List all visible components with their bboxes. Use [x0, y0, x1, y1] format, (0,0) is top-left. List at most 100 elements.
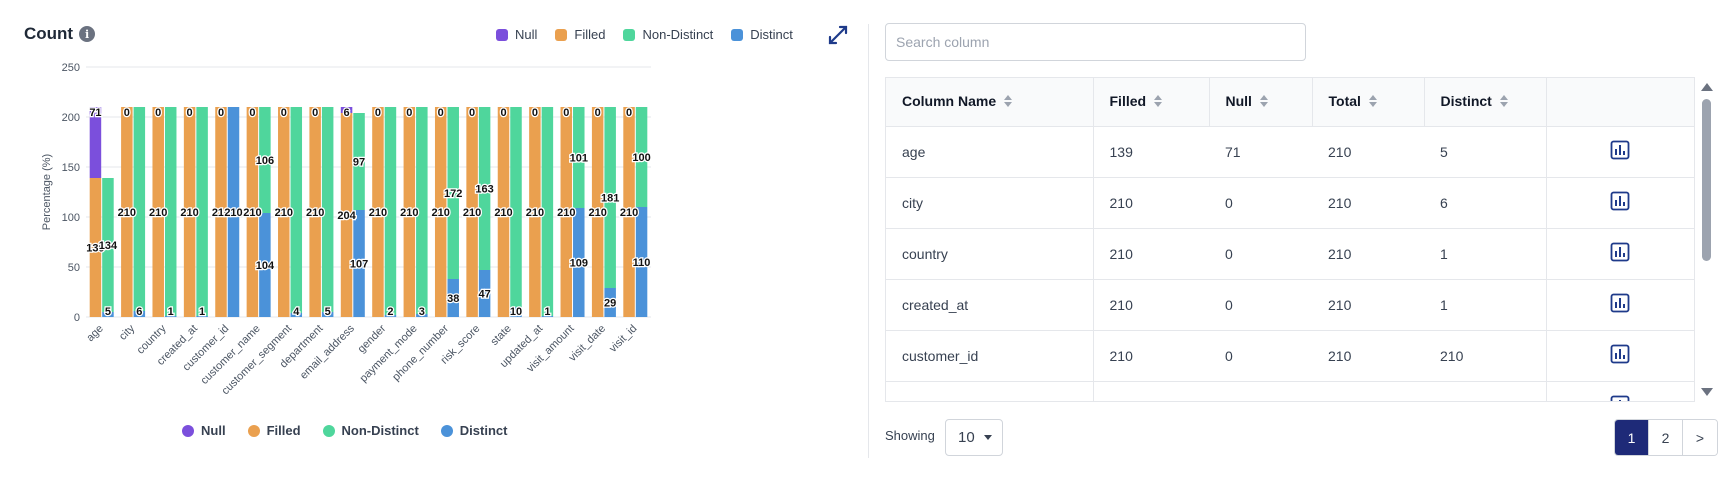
legend-top-item-distinct[interactable]: Distinct: [731, 27, 793, 42]
sort-icon[interactable]: [1499, 94, 1508, 110]
data-label: 10: [510, 306, 522, 318]
data-label: 210: [432, 207, 450, 219]
cell-distinct: 210: [1424, 330, 1547, 382]
next-page-button[interactable]: >: [1683, 420, 1717, 455]
data-label: 101: [570, 153, 588, 165]
table-body: age 139 71 210 5 city 210 0 210 6 country 210 0 210 1 c…: [886, 126, 1694, 401]
column-header-null[interactable]: Null: [1209, 78, 1313, 127]
sort-icon[interactable]: [1259, 94, 1268, 110]
scroll-thumb[interactable]: [1702, 99, 1711, 261]
table-scrollbar[interactable]: [1699, 77, 1713, 402]
data-label: 210: [243, 207, 261, 219]
legend-label: Filled: [266, 423, 301, 438]
page-button-2[interactable]: 2: [1649, 420, 1683, 455]
sort-icon[interactable]: [1154, 94, 1163, 110]
data-label: 6: [136, 306, 142, 318]
column-header-total[interactable]: Total: [1312, 78, 1425, 127]
legend-bottom-item-distinct[interactable]: Distinct: [440, 423, 507, 438]
cell-filled: 210: [1093, 330, 1209, 382]
caret-down-icon: [984, 435, 992, 440]
data-label: 0: [218, 107, 224, 119]
data-label: 104: [256, 260, 275, 272]
column-header-filled[interactable]: Filled: [1093, 78, 1210, 127]
legend-bottom: Null Filled Non-Distinct Distinct: [182, 423, 507, 438]
info-icon[interactable]: i: [79, 26, 96, 42]
column-header-label: Column Name: [902, 93, 997, 110]
legend-label: Non-Distinct: [642, 27, 714, 42]
table-row[interactable]: created_at 210 0 210 1: [886, 279, 1694, 331]
data-label: 210: [620, 207, 638, 219]
legend-top-item-non-distinct[interactable]: Non-Distinct: [623, 27, 713, 42]
row-chart-button[interactable]: [1546, 381, 1694, 401]
data-label: 210: [275, 207, 293, 219]
row-chart-button[interactable]: [1546, 330, 1694, 382]
cell-distinct: 1: [1424, 228, 1547, 280]
data-label: 110: [633, 257, 651, 269]
column-header-column-name[interactable]: Column Name: [886, 78, 1094, 127]
y-tick-label: 100: [62, 212, 80, 224]
cell-name: created_at: [886, 279, 1094, 331]
x-tick-label: state: [489, 323, 514, 348]
legend-bottom-item-non-distinct[interactable]: Non-Distinct: [322, 423, 419, 438]
table-row[interactable]: customer_id 210 0 210 210: [886, 330, 1694, 382]
legend-swatch: [182, 424, 194, 437]
cell-distinct: 5: [1424, 126, 1547, 178]
data-label: 38: [447, 293, 459, 305]
showing-label: Showing: [885, 428, 935, 443]
data-label: 204: [337, 210, 356, 222]
column-header-label: Distinct: [1440, 93, 1492, 110]
scroll-up-icon[interactable]: [1701, 83, 1713, 91]
data-label: 0: [155, 107, 161, 119]
row-chart-button[interactable]: [1546, 279, 1694, 331]
page-button-1[interactable]: 1: [1615, 420, 1649, 455]
table-header-row: Column Name Filled Null Total Distinct: [886, 78, 1694, 127]
search-input[interactable]: [885, 23, 1306, 61]
table-row[interactable]: customer_name2100210104: [886, 381, 1694, 401]
data-label: 0: [124, 107, 130, 119]
y-axis-label: Percentage (%): [41, 154, 53, 230]
bar-chart-icon: [1610, 293, 1630, 313]
data-label: 97: [353, 157, 365, 169]
y-tick-label: 250: [62, 62, 80, 74]
legend-bottom-item-filled[interactable]: Filled: [247, 423, 301, 438]
table-row[interactable]: city 210 0 210 6: [886, 177, 1694, 229]
scroll-down-icon[interactable]: [1701, 388, 1713, 396]
row-chart-button[interactable]: [1546, 177, 1694, 229]
sort-icon[interactable]: [1368, 94, 1377, 110]
table-row[interactable]: country 210 0 210 1: [886, 228, 1694, 280]
y-tick-label: 0: [74, 312, 80, 324]
legend-top-item-null[interactable]: Null: [496, 27, 537, 42]
row-chart-button[interactable]: [1546, 126, 1694, 178]
data-label: 0: [469, 107, 475, 119]
column-header-distinct[interactable]: Distinct: [1424, 78, 1547, 127]
table-row[interactable]: age 139 71 210 5: [886, 126, 1694, 178]
data-label: 100: [632, 152, 650, 164]
cell-total: 210: [1312, 228, 1424, 280]
row-chart-button[interactable]: [1546, 228, 1694, 280]
bar-chart-icon: [1610, 344, 1630, 364]
column-table: Column Name Filled Null Total Distinct age 13…: [885, 77, 1695, 402]
data-label: 0: [312, 107, 318, 119]
legend-bottom-item-null[interactable]: Null: [182, 423, 226, 438]
data-label: 210: [463, 207, 481, 219]
legend-label: Filled: [574, 27, 606, 42]
table-panel: Column Name Filled Null Total Distinct age13…: [869, 0, 1733, 480]
data-label: 47: [478, 289, 490, 301]
page-size-value: 10: [958, 429, 975, 446]
y-tick-label: 200: [62, 112, 80, 124]
cell-total: 210: [1312, 381, 1424, 401]
data-label: 210: [588, 207, 606, 219]
cell-distinct: 1: [1424, 279, 1547, 331]
column-header-label: Filled: [1109, 93, 1147, 110]
bar-chart-icon: [1610, 395, 1630, 401]
page-size-select[interactable]: 10: [945, 419, 1003, 456]
cell-null: 0: [1209, 228, 1312, 280]
sort-icon[interactable]: [1004, 94, 1013, 110]
expand-button[interactable]: [826, 23, 850, 47]
data-label: 6: [343, 107, 349, 119]
legend-top-item-filled[interactable]: Filled: [555, 27, 605, 42]
cell-total: 210: [1312, 330, 1424, 382]
legend-swatch: [555, 28, 568, 41]
cell-name: country: [886, 228, 1094, 280]
bar-chart-icon: [1610, 140, 1630, 160]
